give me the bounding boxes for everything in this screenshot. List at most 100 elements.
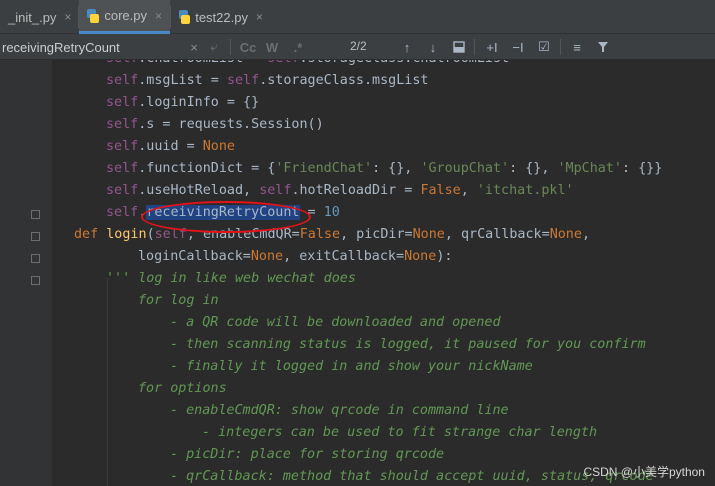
tab-core-py[interactable]: core.py ×: [79, 0, 170, 34]
code-token: : {}}: [622, 161, 663, 176]
code-token: .useHotReload,: [138, 183, 260, 198]
code-token: , qrCallback=: [444, 227, 550, 242]
code-line: - then scanning status is logged, it pau…: [170, 334, 646, 356]
code-line: for options: [138, 378, 227, 400]
select-all-matches-icon[interactable]: ☑: [534, 38, 554, 56]
code-line: self.chatroomList = self.storageClass.ch…: [106, 60, 509, 70]
code-token: self: [106, 60, 138, 66]
code-token: 10: [323, 205, 340, 220]
code-token: self: [267, 60, 299, 66]
code-token: for log in: [138, 293, 219, 308]
tab-label: test22.py: [195, 9, 248, 25]
code-token: self: [106, 139, 139, 154]
code-line: - integers can be used to fit strange ch…: [202, 422, 597, 444]
whole-words-toggle[interactable]: W: [264, 38, 280, 56]
code-token: None: [202, 139, 235, 154]
code-token: self: [106, 205, 139, 220]
match-case-toggle[interactable]: Cc: [238, 38, 258, 56]
code-line: self.functionDict = {'FriendChat': {}, '…: [106, 158, 662, 180]
code-token: - finally it logged in and show your nic…: [170, 359, 533, 374]
indent-guide: [107, 278, 108, 486]
code-token: - integers can be used to fit strange ch…: [202, 425, 598, 440]
next-occurrence-icon[interactable]: ↓: [425, 38, 441, 56]
code-token: : {},: [372, 161, 421, 176]
code-token: , picDir=: [340, 227, 413, 242]
code-line: self.loginInfo = {}: [106, 92, 259, 114]
divider: [230, 39, 231, 55]
code-token: : {},: [509, 161, 558, 176]
match-count: 2/2: [350, 39, 367, 53]
code-token: .uuid =: [138, 139, 203, 154]
code-token: .storageClass.msgList: [259, 73, 429, 88]
code-line: for log in: [138, 290, 219, 312]
filter-icon[interactable]: [594, 38, 612, 56]
code-token: ''' log in like web wechat does: [106, 271, 356, 286]
close-icon[interactable]: ×: [64, 10, 71, 24]
code-token: .s = requests.Session(): [138, 117, 324, 132]
code-token: 'itchat.pkl': [476, 183, 574, 198]
watermark: CSDN @小美学python: [583, 465, 705, 479]
code-token: ,: [581, 227, 590, 242]
add-selection-icon[interactable]: +Ι: [482, 38, 502, 56]
code-token: 'GroupChat': [420, 161, 510, 176]
close-icon[interactable]: ×: [256, 10, 263, 24]
close-icon[interactable]: ×: [155, 9, 162, 23]
code-token: self: [106, 95, 139, 110]
code-line: self.s = requests.Session(): [106, 114, 324, 136]
code-token: self: [106, 183, 139, 198]
code-token: ):: [436, 249, 453, 264]
code-token: login: [106, 227, 147, 242]
divider: [474, 39, 475, 55]
code-token: - then scanning status is logged, it pau…: [170, 337, 646, 352]
previous-occurrence-icon[interactable]: ↑: [399, 38, 415, 56]
code-token: self: [106, 73, 139, 88]
find-bar: receivingRetryCount × ⤶ Cc W .* 2/2 ↑ ↓ …: [0, 34, 715, 60]
code-token: (: [146, 227, 155, 242]
search-in-selection-icon[interactable]: ≡: [568, 38, 586, 56]
code-token: - a QR code will be downloaded and opene…: [170, 315, 501, 330]
clear-search-icon[interactable]: ×: [187, 38, 201, 56]
tab-label: _init_.py: [8, 9, 57, 25]
fold-marker-icon[interactable]: [31, 254, 40, 263]
code-token: .chatroomList =: [138, 60, 267, 66]
code-token: .msgList =: [138, 73, 227, 88]
tab-test22-py[interactable]: test22.py ×: [171, 0, 271, 34]
code-line: self.msgList = self.storageClass.msgList: [106, 70, 429, 92]
code-token: False: [299, 227, 341, 242]
fold-marker-icon[interactable]: [31, 232, 40, 241]
fold-marker-icon[interactable]: [31, 210, 40, 219]
code-token: self: [106, 161, 139, 176]
fold-marker-icon[interactable]: [31, 276, 40, 285]
select-all-occurrences-icon[interactable]: [451, 38, 467, 56]
code-token: self: [226, 73, 260, 88]
code-token: 'MpChat': [557, 161, 623, 176]
python-file-icon: [87, 8, 100, 23]
code-token: self: [106, 117, 139, 132]
code-token: .storageClass.chatroomList: [300, 60, 510, 66]
code-editor[interactable]: self.chatroomList = self.storageClass.ch…: [0, 60, 715, 486]
code-token: , exitCallback=: [283, 249, 405, 264]
code-token: for options: [138, 381, 227, 396]
code-line: - enableCmdQR: show qrcode in command li…: [170, 400, 509, 422]
code-token: .functionDict = {: [138, 161, 276, 176]
replace-icon[interactable]: ⤶: [207, 38, 221, 56]
code-line: loginCallback=None, exitCallback=None):: [138, 246, 452, 268]
code-line: def login(self, enableCmdQR=False, picDi…: [74, 224, 590, 246]
search-value: receivingRetryCount: [2, 39, 120, 55]
code-token: ,: [460, 183, 477, 198]
code-token: loginCallback=: [138, 249, 251, 264]
code-token: def: [74, 227, 107, 242]
code-token: - picDir: place for storing qrcode: [170, 447, 445, 462]
tab-init-py[interactable]: _init_.py ×: [0, 0, 78, 34]
code-token: None: [412, 227, 445, 242]
unselect-occurrence-icon[interactable]: −Ι: [508, 38, 528, 56]
code-line: ''' log in like web wechat does: [106, 268, 356, 290]
code-line: - qrCallback: method that should accept …: [170, 466, 654, 486]
code-line: - a QR code will be downloaded and opene…: [170, 312, 501, 334]
code-token: - qrCallback: method that should accept …: [170, 469, 654, 484]
editor-tab-bar: _init_.py × core.py × test22.py ×: [0, 0, 715, 34]
code-token: None: [549, 227, 582, 242]
code-token: .loginInfo = {}: [138, 95, 260, 110]
code-token: False: [420, 183, 461, 198]
regex-toggle[interactable]: .*: [290, 38, 306, 56]
